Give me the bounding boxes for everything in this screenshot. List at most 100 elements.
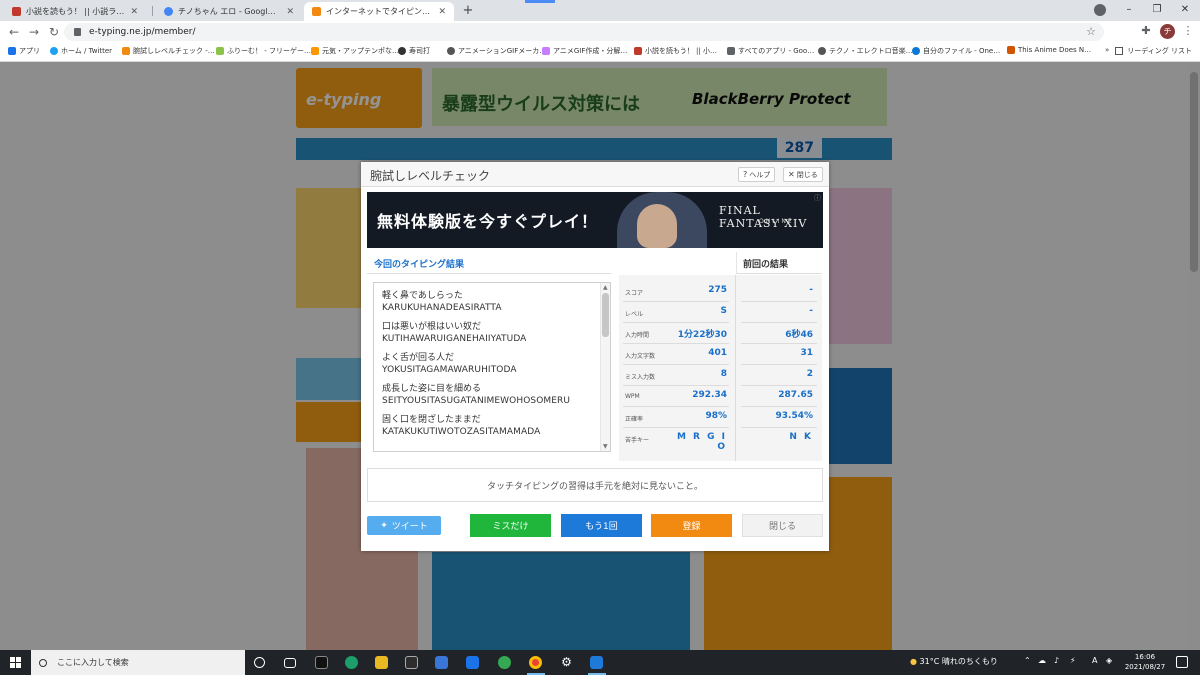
weather-widget[interactable]: ● 31°C 晴れのちくもり [910,656,998,667]
globe-icon [447,47,455,55]
close-tab-icon[interactable]: ✕ [130,7,138,17]
cortana-icon[interactable] [254,657,265,668]
mail-icon[interactable] [466,656,479,669]
question-icon: ? [743,170,748,179]
close-tab-icon[interactable]: ✕ [438,7,446,17]
tray-chevron-icon[interactable]: ⌃ [1024,656,1031,665]
avatar[interactable]: チ [1160,24,1175,39]
window-close-icon[interactable]: ✕ [1174,2,1196,18]
stat-row-time: 入力時間 1分22秒30 6秒46 [619,324,822,344]
music-site-icon [311,47,319,55]
stat-row-level: レベル S - [619,303,822,323]
header-close-button[interactable]: ✕ 閉じる [783,167,823,182]
browser-tab-2[interactable]: チノちゃん エロ - Google 検索 ✕ [156,2,302,21]
reading-list[interactable]: リーディング リスト [1115,46,1192,56]
volume-icon[interactable]: ♪ [1054,656,1059,665]
back-icon[interactable]: ← [6,24,22,40]
extensions-icon[interactable]: ✚ [1138,24,1154,37]
register-button[interactable]: 登録 [651,514,732,537]
bookmark-gif-maker[interactable]: アニメーションGIFメーカ… [447,46,546,56]
profile-circle-icon[interactable] [1094,4,1106,16]
typed-words-list[interactable]: 軽く鼻であしらった KARUKUHANADEASIRATTA 口は悪いが根はいい… [373,282,611,452]
apps-grid-icon [8,47,16,55]
gif-tool-icon [542,47,550,55]
pinned-app-icon[interactable] [590,656,603,669]
ff14-ad-banner[interactable]: 無料体験版を今すぐプレイ！ FINAL FANTASY XIV ONLINE ⓘ [367,192,823,248]
forward-icon[interactable]: → [26,24,42,40]
chrome-icon[interactable] [529,656,542,669]
minimize-icon[interactable]: – [1118,2,1140,18]
settings-gear-icon[interactable]: ⚙ [560,656,573,669]
bookmark-google-apps[interactable]: すべてのアプリ - Goo… [727,46,814,56]
new-tab-button[interactable]: + [460,3,476,19]
bookmark-star-icon[interactable]: ☆ [1086,25,1096,38]
ad-character-face [637,204,677,248]
bookmarks-overflow[interactable]: » [1105,46,1109,54]
previous-result-header: 前回の結果 [736,252,822,274]
etyping-icon [122,47,130,55]
menu-dots-icon[interactable]: ⋮ [1180,24,1196,37]
tab-title: インターネットでタイピング練習 イータ… [326,7,432,16]
search-icon [39,658,47,667]
cloud-icon[interactable]: ☁ [1038,656,1046,665]
tweet-button[interactable]: ✦ ツイート [367,516,441,535]
windows-start-icon[interactable] [10,657,21,668]
miss-only-button[interactable]: ミスだけ [470,514,551,537]
bookmark-techno[interactable]: テクノ・エレクトロ音楽… [818,46,913,56]
ad-copy: 無料体験版を今すぐプレイ！ [377,212,599,231]
browser-tab-3-active[interactable]: インターネットでタイピング練習 イータ… ✕ [304,2,454,21]
ime-indicator[interactable]: A [1092,656,1097,665]
bookmarks-bar: アプリ ホーム / Twitter 腕試しレベルチェック -… ふりーむ！ - … [0,43,1200,62]
reload-icon[interactable]: ↻ [46,24,62,40]
weather-sun-icon: ● [910,657,917,666]
bookmark-music[interactable]: 元気・アップテンポな… [311,46,399,56]
modal-title: 腕試しレベルチェック [370,169,491,183]
list-scrollbar[interactable]: ▲ ▼ [600,283,610,451]
taskbar-search-box[interactable]: ここに入力して検索 [31,650,245,675]
terminal-icon[interactable] [315,656,328,669]
bookmark-twitter[interactable]: ホーム / Twitter [50,46,112,56]
help-button[interactable]: ? ヘルプ [738,167,776,182]
bookmark-onedrive[interactable]: 自分のファイル - One… [912,46,1000,56]
flag-icon [727,47,735,55]
media-app-icon[interactable] [405,656,418,669]
close-icon: ✕ [788,170,795,179]
network-icon[interactable]: ⚡ [1070,656,1076,665]
close-button[interactable]: 閉じる [742,514,823,537]
ad-info-icon[interactable]: ⓘ [814,193,821,203]
stat-row-accuracy: 正確率 98% 93.54% [619,408,822,428]
restore-icon[interactable]: ❐ [1146,2,1168,18]
meet-now-icon[interactable]: ◈ [1106,656,1112,665]
bookmark-apps[interactable]: アプリ [8,46,40,56]
list-scroll-thumb[interactable] [602,293,609,337]
scroll-down-icon[interactable]: ▼ [603,443,608,450]
system-clock[interactable]: 16:06 2021/08/27 [1124,652,1166,672]
bookmark-freem[interactable]: ふりーむ！ - フリーゲー… [216,46,311,56]
browser-tab-1[interactable]: 小説を読もう！ || 小説ランキング[累… ✕ [4,2,146,21]
file-explorer-icon[interactable] [375,656,388,669]
bookmark-level-check[interactable]: 腕試しレベルチェック -… [122,46,215,56]
tab-strip: 小説を読もう！ || 小説ランキング[累… ✕ チノちゃん エロ - Googl… [0,0,1200,21]
retry-button[interactable]: もう1回 [561,514,642,537]
google-icon [164,7,173,16]
photos-icon[interactable] [498,656,511,669]
onedrive-icon [912,47,920,55]
edge-icon[interactable] [345,656,358,669]
bookmark-anime[interactable]: This Anime Does N… [1007,46,1091,54]
omnibox[interactable]: e-typing.ne.jp/member/ ☆ [64,23,1104,41]
stat-row-weak-keys: 苦手キー M R G I O N K [625,432,813,452]
task-view-icon[interactable] [284,658,296,668]
bookmark-sushida[interactable]: 寿司打 [398,46,430,56]
level-check-modal: 腕試しレベルチェック ? ヘルプ ✕ 閉じる 無料体験版を今すぐプレイ！ FIN… [361,162,829,551]
list-item: 軽く鼻であしらった KARUKUHANADEASIRATTA [382,291,502,313]
scroll-up-icon[interactable]: ▲ [603,284,608,291]
stat-row-score: スコア 275 - [619,282,822,302]
bookmark-novel[interactable]: 小説を読もう！ || 小… [634,46,717,56]
store-icon[interactable] [435,656,448,669]
tab-title: 小説を読もう！ || 小説ランキング[累… [26,7,125,16]
notification-center-icon[interactable] [1176,656,1188,668]
bookmark-gif-tool[interactable]: アニメGIF作成・分解… [542,46,627,56]
stats-table: スコア 275 - レベル S - 入力時間 1分22秒30 6秒46 入力文字… [619,275,822,461]
address-bar-row: ← → ↻ e-typing.ne.jp/member/ ☆ ✚ チ ⋮ [0,21,1200,43]
close-tab-icon[interactable]: ✕ [286,7,294,17]
